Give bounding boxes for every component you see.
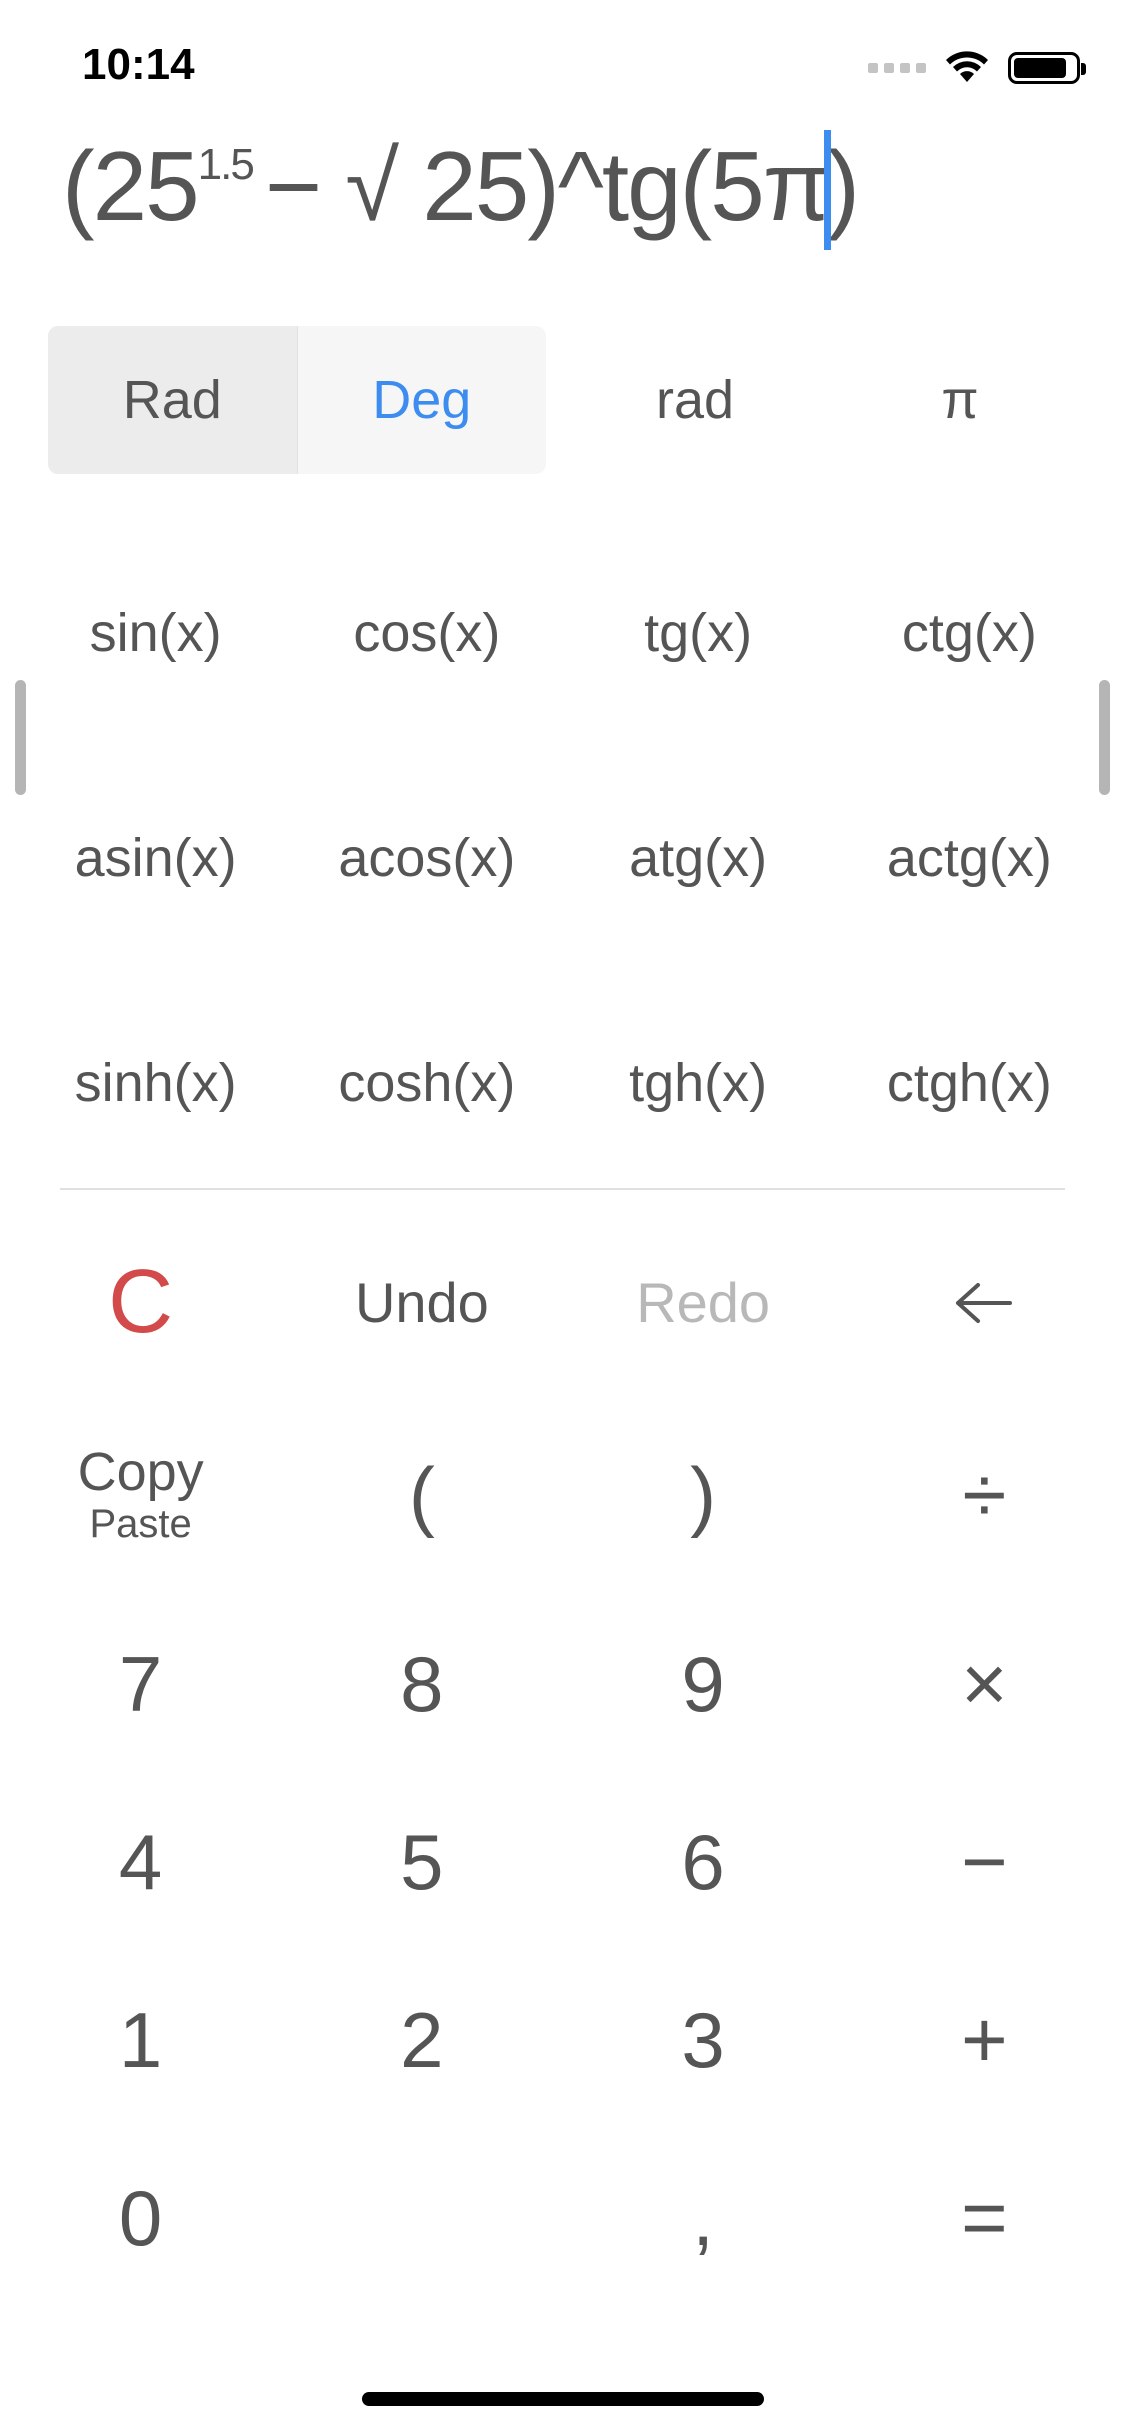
keypad-row: Copy Paste ( ) ÷	[0, 1395, 1125, 1595]
digit-0-button[interactable]: 0	[0, 2173, 281, 2264]
actg-button[interactable]: actg(x)	[834, 827, 1105, 889]
digit-7-button[interactable]: 7	[0, 1639, 281, 1730]
battery-icon	[1008, 52, 1086, 84]
sinh-button[interactable]: sinh(x)	[20, 1052, 291, 1114]
wifi-icon	[946, 51, 988, 82]
close-paren-button[interactable]: )	[563, 1450, 844, 1541]
digit-1-button[interactable]: 1	[0, 1995, 281, 2086]
angle-mode-toggle: Rad Deg	[48, 326, 546, 474]
comma-button[interactable]: ,	[563, 2173, 844, 2264]
atg-button[interactable]: atg(x)	[563, 827, 834, 889]
paste-label: Paste	[89, 1502, 192, 1546]
status-icons	[868, 48, 1086, 88]
digit-8-button[interactable]: 8	[281, 1639, 562, 1730]
tgh-button[interactable]: tgh(x)	[563, 1052, 834, 1114]
arrow-left-icon	[956, 1282, 1013, 1323]
digit-4-button[interactable]: 4	[0, 1817, 281, 1908]
acos-button[interactable]: acos(x)	[291, 827, 562, 889]
minus-button[interactable]: −	[844, 1816, 1125, 1908]
expression-display[interactable]: (251.5− √ 25)^tg(5π)	[62, 130, 860, 254]
deg-mode-button[interactable]: Deg	[298, 326, 547, 474]
keypad-row: 7 8 9 ×	[0, 1595, 1125, 1773]
digit-3-button[interactable]: 3	[563, 1995, 844, 2086]
copy-paste-button[interactable]: Copy Paste	[0, 1443, 281, 1547]
keypad-row: C Undo Redo	[0, 1210, 1125, 1395]
home-indicator[interactable]	[362, 2392, 764, 2406]
plus-button[interactable]: +	[844, 1994, 1125, 2086]
text-cursor	[824, 130, 832, 251]
pi-button[interactable]: π	[820, 326, 1100, 474]
expression-exponent: 1.5	[197, 140, 255, 189]
function-row: sin(x) cos(x) tg(x) ctg(x)	[20, 520, 1105, 745]
expression-text: (25	[62, 131, 200, 241]
copy-label: Copy	[77, 1442, 204, 1502]
cellular-signal-icon	[868, 63, 926, 73]
divider	[60, 1188, 1065, 1190]
expression-text: − √ 25)^tg(5π	[264, 131, 831, 241]
keypad-row: 0 , =	[0, 2129, 1125, 2307]
divide-button[interactable]: ÷	[844, 1449, 1125, 1541]
redo-button[interactable]: Redo	[563, 1270, 844, 1335]
function-grid: sin(x) cos(x) tg(x) ctg(x) asin(x) acos(…	[20, 520, 1105, 1195]
cos-button[interactable]: cos(x)	[291, 602, 562, 664]
digit-9-button[interactable]: 9	[563, 1639, 844, 1730]
ctgh-button[interactable]: ctgh(x)	[834, 1052, 1105, 1114]
equals-button[interactable]: =	[844, 2172, 1125, 2264]
digit-6-button[interactable]: 6	[563, 1817, 844, 1908]
keypad-row: 1 2 3 +	[0, 1951, 1125, 2129]
function-row: asin(x) acos(x) atg(x) actg(x)	[20, 745, 1105, 970]
digit-2-button[interactable]: 2	[281, 1995, 562, 2086]
rad-mode-button[interactable]: Rad	[48, 326, 298, 474]
cosh-button[interactable]: cosh(x)	[291, 1052, 562, 1114]
calculator-screen: 10:14 (251.5− √ 25)^tg(5π) Rad Deg rad π…	[0, 0, 1125, 2436]
open-paren-button[interactable]: (	[281, 1450, 562, 1541]
ctg-button[interactable]: ctg(x)	[834, 602, 1105, 664]
backspace-button[interactable]	[844, 1281, 1125, 1325]
clear-button[interactable]: C	[0, 1251, 281, 1354]
keypad: C Undo Redo Copy Paste ( ) ÷ 7 8 9 × 4 5…	[0, 1210, 1125, 2307]
asin-button[interactable]: asin(x)	[20, 827, 291, 889]
function-row: sinh(x) cosh(x) tgh(x) ctgh(x)	[20, 970, 1105, 1195]
multiply-button[interactable]: ×	[844, 1638, 1125, 1730]
digit-5-button[interactable]: 5	[281, 1817, 562, 1908]
tg-button[interactable]: tg(x)	[563, 602, 834, 664]
keypad-row: 4 5 6 −	[0, 1773, 1125, 1951]
expression-text: )	[827, 131, 860, 241]
undo-button[interactable]: Undo	[281, 1270, 562, 1335]
sin-button[interactable]: sin(x)	[20, 602, 291, 664]
rad-unit-button[interactable]: rad	[555, 326, 835, 474]
status-time: 10:14	[82, 40, 195, 89]
